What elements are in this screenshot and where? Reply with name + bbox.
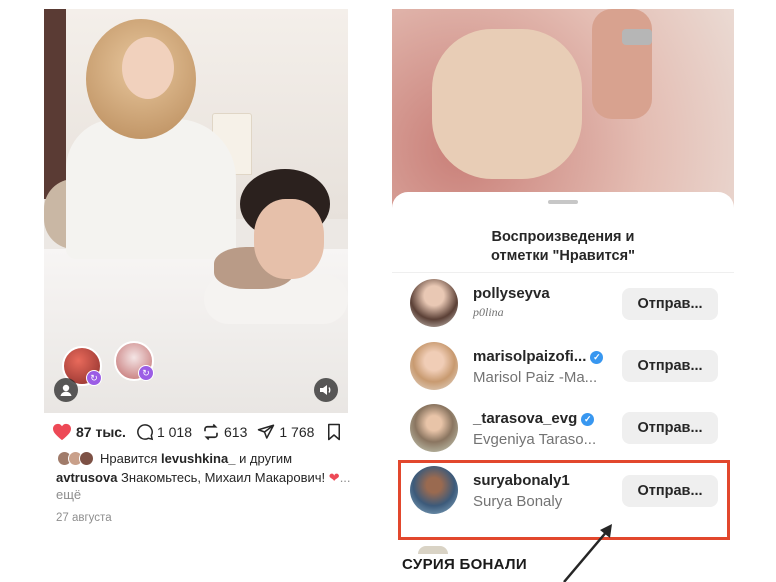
username[interactable]: marisolpaizofi... xyxy=(473,348,586,365)
send-button[interactable]: Отправ... xyxy=(622,412,718,444)
sheet-title: Воспроизведения и отметки "Нравится" xyxy=(491,229,635,264)
save-icon[interactable] xyxy=(326,423,342,441)
share-count[interactable]: 1 768 xyxy=(279,424,314,440)
post-action-bar: 87 тыс. 1 018 613 1 768 xyxy=(52,421,342,443)
liked-by-prefix: Нравится xyxy=(100,451,158,466)
post-date: 27 августа xyxy=(56,512,112,524)
tag-badge-icon: ↻ xyxy=(138,365,154,381)
comment-icon[interactable] xyxy=(136,423,154,441)
like-icon[interactable] xyxy=(52,423,72,441)
caption-text: Знакомьтесь, Михаил Макарович! xyxy=(121,470,326,485)
full-name: Evgeniya Taraso... xyxy=(473,431,597,448)
user-tags-icon[interactable] xyxy=(54,378,78,402)
liker-avatar xyxy=(79,451,94,466)
share-icon[interactable] xyxy=(257,423,275,441)
annotation-arrow-icon xyxy=(563,524,612,582)
user-avatar[interactable] xyxy=(410,404,458,452)
send-button[interactable]: Отправ... xyxy=(622,288,718,320)
comment-count[interactable]: 1 018 xyxy=(157,424,192,440)
send-button[interactable]: Отправ... xyxy=(622,350,718,382)
photo-man-face xyxy=(254,199,324,279)
liked-by-line: Нравится levushkina_ и другим xyxy=(57,451,292,466)
photo-headboard xyxy=(44,9,66,199)
sheet-divider xyxy=(392,272,734,273)
reel-hand xyxy=(592,9,652,119)
photo-woman-body xyxy=(66,119,236,259)
username[interactable]: pollyseyva xyxy=(473,285,550,302)
full-name: Marisol Paiz -Ma... xyxy=(473,369,598,386)
photo-woman-face xyxy=(122,37,174,99)
verified-badge-icon: ✓ xyxy=(590,351,604,364)
user-avatar[interactable] xyxy=(410,279,458,327)
reel-video[interactable] xyxy=(392,9,734,209)
repost-icon[interactable] xyxy=(202,423,220,441)
liked-by-user-link[interactable]: levushkina_ xyxy=(161,451,235,466)
caption-author-link[interactable]: avtrusova xyxy=(56,470,117,485)
tag-badge-icon: ↻ xyxy=(86,370,102,386)
sheet-drag-handle[interactable] xyxy=(548,200,578,204)
user-avatar xyxy=(418,546,448,554)
reel-watch xyxy=(622,29,652,45)
like-count[interactable]: 87 тыс. xyxy=(76,424,126,440)
full-name: p0lina xyxy=(473,305,504,319)
post-caption: avtrusova Знакомьтесь, Михаил Макарович!… xyxy=(56,469,356,503)
user-avatar[interactable] xyxy=(410,342,458,390)
verified-badge-icon: ✓ xyxy=(581,413,595,426)
annotation-label: СУРИЯ БОНАЛИ xyxy=(402,556,527,573)
repost-count[interactable]: 613 xyxy=(224,424,247,440)
liked-by-suffix[interactable]: и другим xyxy=(239,451,292,466)
username[interactable]: _tarasova_evg xyxy=(473,410,577,427)
reel-baby-body xyxy=(432,29,582,179)
username-row: _tarasova_evg ✓ xyxy=(473,410,595,427)
username-row: marisolpaizofi... ✓ xyxy=(473,348,604,365)
heart-emoji-icon: ❤ xyxy=(328,470,340,485)
sound-icon[interactable] xyxy=(314,378,338,402)
